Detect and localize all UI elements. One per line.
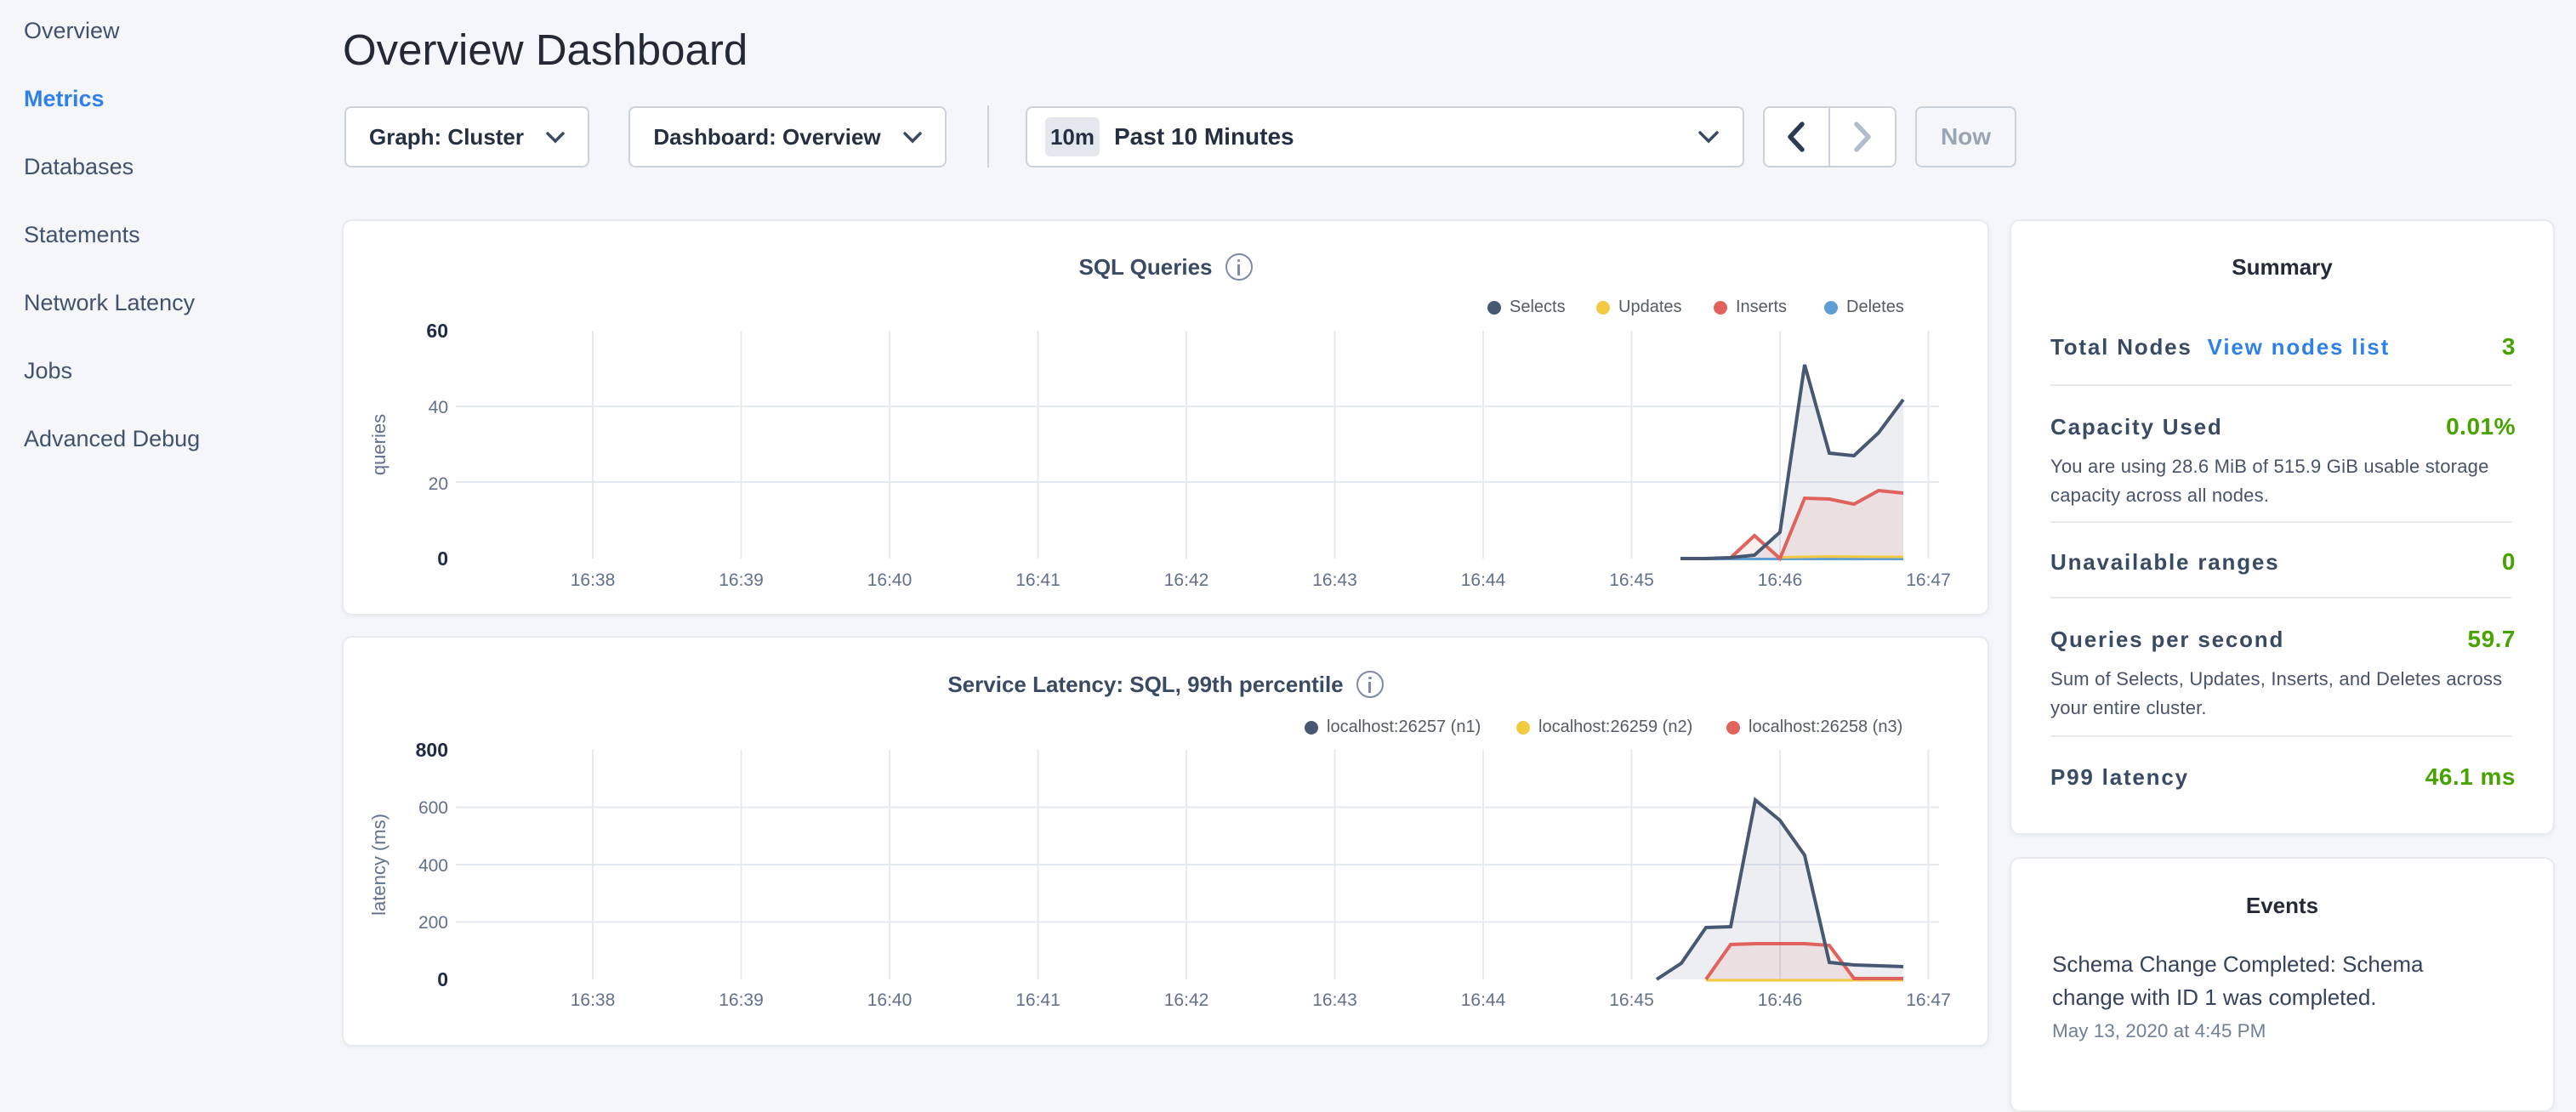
- svg-text:16:47: 16:47: [1906, 990, 1951, 1010]
- svg-text:16:43: 16:43: [1312, 570, 1357, 590]
- svg-text:16:41: 16:41: [1015, 990, 1061, 1010]
- svg-text:60: 60: [426, 320, 448, 342]
- svg-text:16:44: 16:44: [1461, 990, 1506, 1010]
- svg-text:latency (ms): latency (ms): [368, 814, 390, 916]
- svg-text:16:42: 16:42: [1164, 570, 1209, 590]
- svg-text:16:46: 16:46: [1758, 570, 1803, 590]
- svg-text:40: 40: [429, 398, 448, 417]
- svg-text:16:39: 16:39: [719, 570, 764, 590]
- svg-text:16:45: 16:45: [1609, 570, 1654, 590]
- svg-text:0: 0: [437, 547, 448, 570]
- svg-text:16:38: 16:38: [571, 990, 616, 1010]
- svg-text:16:43: 16:43: [1312, 990, 1357, 1010]
- svg-text:16:40: 16:40: [867, 570, 913, 590]
- svg-text:20: 20: [429, 474, 448, 494]
- svg-text:200: 200: [418, 913, 448, 933]
- svg-text:16:40: 16:40: [867, 990, 913, 1010]
- svg-text:400: 400: [418, 856, 448, 876]
- svg-text:16:44: 16:44: [1461, 570, 1506, 590]
- svg-text:16:46: 16:46: [1758, 990, 1803, 1010]
- svg-text:16:39: 16:39: [719, 990, 764, 1010]
- svg-text:800: 800: [416, 739, 448, 761]
- svg-text:16:42: 16:42: [1164, 990, 1209, 1010]
- svg-text:16:41: 16:41: [1015, 570, 1061, 590]
- svg-text:16:47: 16:47: [1906, 570, 1951, 590]
- svg-text:16:38: 16:38: [571, 570, 616, 590]
- svg-text:0: 0: [437, 968, 448, 990]
- svg-text:queries: queries: [368, 414, 390, 475]
- svg-text:600: 600: [418, 798, 448, 818]
- svg-text:16:45: 16:45: [1609, 990, 1654, 1010]
